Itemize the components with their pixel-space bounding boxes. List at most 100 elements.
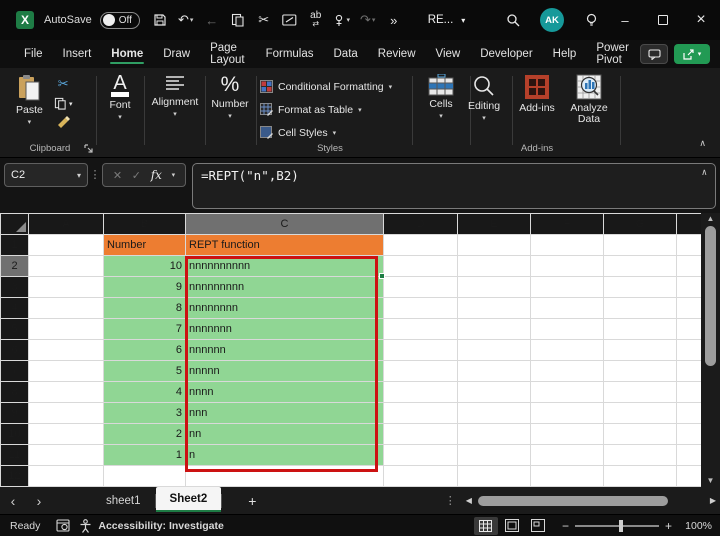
cell-C2[interactable]: nnnnnnnnnn: [186, 256, 384, 277]
avatar[interactable]: AK: [540, 8, 564, 32]
kebab-dots-icon[interactable]: ⋮: [88, 163, 102, 213]
next-sheet-icon[interactable]: ›: [26, 493, 52, 509]
row-header-4[interactable]: 4: [1, 298, 29, 319]
scroll-up-icon[interactable]: ▲: [707, 213, 715, 225]
cut-button[interactable]: ✂: [58, 76, 69, 92]
cell-x6[interactable]: [677, 340, 702, 361]
cell-B10[interactable]: 2: [104, 424, 186, 445]
horizontal-scrollbar[interactable]: ⋮ ◀ ▶: [445, 494, 720, 507]
page-break-view-button[interactable]: [526, 517, 550, 535]
cell-x8[interactable]: [677, 382, 702, 403]
tab-help[interactable]: Help: [543, 43, 587, 66]
cell-x10[interactable]: [677, 424, 702, 445]
select-all-corner[interactable]: [1, 214, 29, 235]
name-box[interactable]: C2 ▾: [4, 163, 88, 187]
collapse-formula-bar-icon[interactable]: ∧: [702, 168, 707, 178]
zoom-percent[interactable]: 100%: [674, 520, 712, 532]
column-header-partial[interactable]: [677, 214, 702, 235]
cell-styles-button[interactable]: Cell Styles ▾: [260, 126, 410, 139]
cut-icon[interactable]: ✂: [252, 8, 276, 32]
cell-E4[interactable]: [458, 298, 531, 319]
format-painter-button[interactable]: [56, 115, 71, 129]
cell-G1[interactable]: [604, 235, 677, 256]
cell-F2[interactable]: [531, 256, 604, 277]
row-header-9[interactable]: 9: [1, 403, 29, 424]
column-header-F[interactable]: F: [531, 214, 604, 235]
row-header-3[interactable]: 3: [1, 277, 29, 298]
email-link-icon[interactable]: [278, 8, 302, 32]
clipboard-dialog-launcher-icon[interactable]: [84, 144, 93, 153]
zoom-slider-thumb[interactable]: [619, 520, 623, 532]
cell-A9[interactable]: [29, 403, 104, 424]
column-header-C[interactable]: C: [186, 214, 384, 235]
tab-view[interactable]: View: [426, 43, 471, 66]
column-header-A[interactable]: A: [29, 214, 104, 235]
cell-B12[interactable]: [104, 466, 186, 487]
horizontal-scroll-thumb[interactable]: [478, 496, 668, 506]
cell-A12[interactable]: [29, 466, 104, 487]
cell-C9[interactable]: nnn: [186, 403, 384, 424]
cell-E7[interactable]: [458, 361, 531, 382]
cell-D1[interactable]: [384, 235, 458, 256]
column-header-B[interactable]: B: [104, 214, 186, 235]
copy-button[interactable]: ▾: [54, 97, 73, 110]
minimize-button[interactable]: –: [606, 0, 644, 40]
cell-G2[interactable]: [604, 256, 677, 277]
tab-file[interactable]: File: [14, 43, 53, 66]
fill-handle[interactable]: [379, 273, 385, 279]
row-header-6[interactable]: 6: [1, 340, 29, 361]
cell-D3[interactable]: [384, 277, 458, 298]
sheet-tab-sheet1[interactable]: sheet1: [92, 490, 155, 512]
zoom-out-icon[interactable]: −: [562, 519, 569, 533]
cell-C8[interactable]: nnnn: [186, 382, 384, 403]
undo-icon[interactable]: ↶▾: [174, 8, 198, 32]
column-header-G[interactable]: G: [604, 214, 677, 235]
normal-view-button[interactable]: [474, 517, 498, 535]
row-header-5[interactable]: 5: [1, 319, 29, 340]
format-as-table-button[interactable]: Format as Table ▾: [260, 103, 410, 116]
cell-x1[interactable]: [677, 235, 702, 256]
cell-E3[interactable]: [458, 277, 531, 298]
maximize-button[interactable]: [644, 0, 682, 40]
zoom-slider[interactable]: − +: [562, 519, 672, 533]
add-sheet-button[interactable]: +: [222, 493, 282, 509]
cell-F5[interactable]: [531, 319, 604, 340]
cell-D2[interactable]: [384, 256, 458, 277]
paste-button[interactable]: Paste ▾: [16, 74, 43, 126]
tab-home[interactable]: Home: [101, 43, 153, 66]
cell-G10[interactable]: [604, 424, 677, 445]
cell-B3[interactable]: 9: [104, 277, 186, 298]
vertical-scrollbar[interactable]: ▲ ▼: [701, 213, 720, 487]
tab-data[interactable]: Data: [324, 43, 368, 66]
zoom-in-icon[interactable]: +: [665, 519, 672, 533]
collapse-ribbon-icon[interactable]: ∧: [699, 138, 706, 149]
find-replace-icon[interactable]: ab⇄: [304, 8, 328, 32]
save-icon[interactable]: [148, 8, 172, 32]
cell-C7[interactable]: nnnnn: [186, 361, 384, 382]
cell-A10[interactable]: [29, 424, 104, 445]
cell-G4[interactable]: [604, 298, 677, 319]
cell-G3[interactable]: [604, 277, 677, 298]
cell-x2[interactable]: [677, 256, 702, 277]
cell-C12[interactable]: [186, 466, 384, 487]
search-icon[interactable]: [498, 5, 528, 35]
row-header-8[interactable]: 8: [1, 382, 29, 403]
cell-G8[interactable]: [604, 382, 677, 403]
document-title[interactable]: RE... ▾: [428, 14, 466, 26]
cell-B5[interactable]: 7: [104, 319, 186, 340]
page-layout-view-button[interactable]: [500, 517, 524, 535]
cell-F10[interactable]: [531, 424, 604, 445]
close-button[interactable]: ×: [682, 0, 720, 40]
cell-E9[interactable]: [458, 403, 531, 424]
cell-G9[interactable]: [604, 403, 677, 424]
cell-F12[interactable]: [531, 466, 604, 487]
formula-input[interactable]: =REPT("n",B2) ∧: [192, 163, 716, 209]
cell-F3[interactable]: [531, 277, 604, 298]
cell-F8[interactable]: [531, 382, 604, 403]
cell-D5[interactable]: [384, 319, 458, 340]
cell-E10[interactable]: [458, 424, 531, 445]
cell-E6[interactable]: [458, 340, 531, 361]
tab-draw[interactable]: Draw: [153, 43, 200, 66]
cell-G7[interactable]: [604, 361, 677, 382]
cell-D7[interactable]: [384, 361, 458, 382]
